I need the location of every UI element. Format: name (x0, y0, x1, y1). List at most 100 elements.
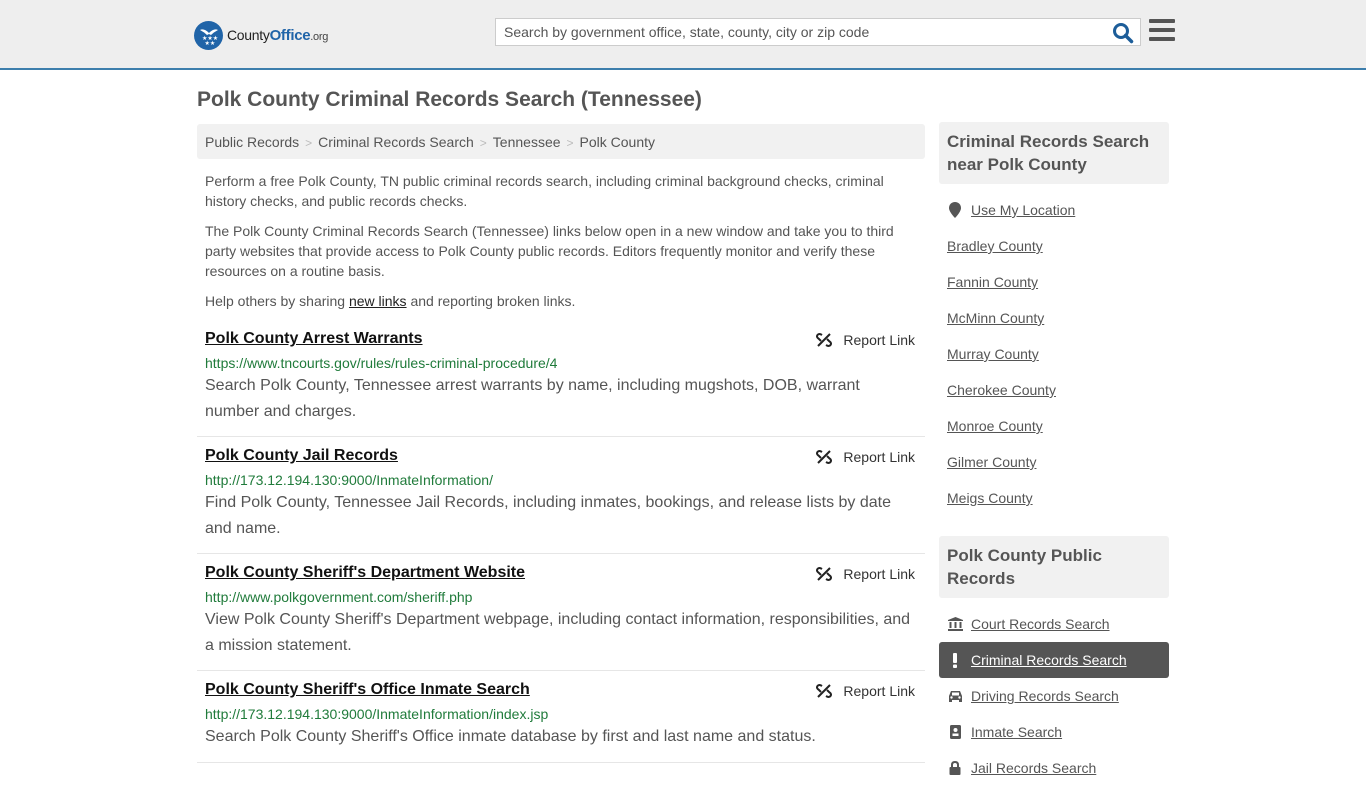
report-link-label: Report Link (843, 332, 915, 348)
report-link-button[interactable]: Report Link (816, 566, 915, 582)
results-list: Polk County Arrest Warrants Report Link … (197, 320, 925, 763)
public-records-list: Court Records Search Criminal Records Se… (939, 606, 1169, 786)
sidebar-item-court-records[interactable]: Court Records Search (939, 606, 1169, 642)
sidebar-link-label[interactable]: Criminal Records Search (971, 652, 1127, 668)
sidebar-link-label[interactable]: Jail Records Search (971, 760, 1096, 776)
nearby-county-item: Fannin County (939, 264, 1169, 300)
sidebar-item-driving-records[interactable]: Driving Records Search (939, 678, 1169, 714)
hamburger-menu-button[interactable] (1149, 19, 1175, 43)
nearby-county-link[interactable]: Monroe County (947, 418, 1043, 434)
report-link-label: Report Link (843, 566, 915, 582)
result-url[interactable]: http://173.12.194.130:9000/InmateInforma… (205, 472, 917, 488)
result-description: Search Polk County, Tennessee arrest war… (205, 377, 860, 420)
intro-text-segment: and reporting broken links. (406, 293, 576, 309)
nearby-county-link[interactable]: Gilmer County (947, 454, 1036, 470)
result-item: Polk County Sheriff's Department Website… (197, 554, 925, 671)
car-icon (947, 690, 963, 702)
breadcrumb-separator: > (479, 136, 487, 150)
sidebar-link-label[interactable]: Inmate Search (971, 724, 1062, 740)
search-icon (1113, 23, 1134, 44)
result-title-link[interactable]: Polk County Arrest Warrants (205, 330, 423, 350)
menu-bar (1149, 37, 1175, 41)
nearby-county-link[interactable]: Meigs County (947, 490, 1033, 506)
sidebar-public-records: Polk County Public Records Court Records… (939, 536, 1169, 786)
broken-link-icon (816, 333, 833, 347)
result-url[interactable]: http://173.12.194.130:9000/InmateInforma… (205, 706, 917, 722)
report-link-button[interactable]: Report Link (816, 683, 915, 699)
intro-paragraph-2: The Polk County Criminal Records Search … (205, 223, 894, 279)
nearby-county-link[interactable]: Fannin County (947, 274, 1038, 290)
use-my-location-link[interactable]: Use My Location (971, 202, 1075, 218)
nearby-county-item: McMinn County (939, 300, 1169, 336)
nearby-county-link[interactable]: Bradley County (947, 238, 1043, 254)
broken-link-icon (816, 684, 833, 698)
new-links-link[interactable]: new links (349, 293, 407, 309)
sidebar-item-jail-records[interactable]: Jail Records Search (939, 750, 1169, 786)
lock-icon (947, 761, 963, 775)
map-pin-icon (947, 202, 963, 218)
result-title-link[interactable]: Polk County Jail Records (205, 447, 398, 467)
result-item: Polk County Jail Records Report Link htt… (197, 437, 925, 554)
report-link-label: Report Link (843, 449, 915, 465)
sidebar-public-records-heading: Polk County Public Records (939, 536, 1169, 598)
nearby-county-item: Meigs County (939, 480, 1169, 516)
sidebar-nearby: Criminal Records Search near Polk County… (939, 122, 1169, 516)
result-item: Polk County Sheriff's Office Inmate Sear… (197, 671, 925, 763)
report-link-button[interactable]: Report Link (816, 449, 915, 465)
eagle-logo-icon: ★★★ ★★ (194, 20, 223, 50)
search-input[interactable] (496, 19, 1096, 45)
intro-text: Perform a free Polk County, TN public cr… (205, 171, 917, 321)
sidebar-link-label[interactable]: Court Records Search (971, 616, 1110, 632)
broken-link-icon (816, 567, 833, 581)
broken-link-icon (816, 450, 833, 464)
breadcrumb-criminal-records-search[interactable]: Criminal Records Search (318, 134, 474, 150)
nearby-county-item: Monroe County (939, 408, 1169, 444)
result-description: View Polk County Sheriff's Department we… (205, 611, 911, 654)
courthouse-icon (947, 617, 963, 631)
result-title-link[interactable]: Polk County Sheriff's Office Inmate Sear… (205, 681, 530, 701)
intro-text-segment: Help others by sharing (205, 293, 349, 309)
sidebar-nearby-heading: Criminal Records Search near Polk County (939, 122, 1169, 184)
breadcrumb: Public Records > Criminal Records Search > T… (197, 124, 925, 159)
nearby-county-item: Murray County (939, 336, 1169, 372)
search-box (495, 18, 1141, 46)
result-item: Polk County Arrest Warrants Report Link … (197, 320, 925, 437)
nearby-county-link[interactable]: Cherokee County (947, 382, 1056, 398)
menu-bar (1149, 19, 1175, 23)
report-link-button[interactable]: Report Link (816, 332, 915, 348)
id-badge-icon (947, 725, 963, 739)
site-logo[interactable]: ★★★ ★★ CountyOffice.org (194, 20, 328, 50)
result-description: Find Polk County, Tennessee Jail Records… (205, 494, 892, 537)
page-title: Polk County Criminal Records Search (Ten… (197, 88, 702, 111)
result-url[interactable]: http://www.polkgovernment.com/sheriff.ph… (205, 589, 917, 605)
nearby-county-item: Cherokee County (939, 372, 1169, 408)
nearby-county-link[interactable]: McMinn County (947, 310, 1044, 326)
logo-text-office: Office (269, 26, 311, 44)
breadcrumb-separator: > (305, 136, 313, 150)
nearby-county-link[interactable]: Murray County (947, 346, 1039, 362)
site-header: ★★★ ★★ CountyOffice.org (0, 0, 1366, 70)
nearby-county-item: Gilmer County (939, 444, 1169, 480)
intro-paragraph-3: Help others by sharing new links and rep… (205, 291, 917, 311)
use-my-location-item: Use My Location (939, 192, 1169, 228)
svg-text:★★: ★★ (204, 40, 215, 46)
breadcrumb-polk-county[interactable]: Polk County (580, 134, 655, 150)
search-button[interactable] (1112, 22, 1134, 44)
intro-paragraph-1: Perform a free Polk County, TN public cr… (205, 173, 884, 209)
breadcrumb-public-records[interactable]: Public Records (205, 134, 299, 150)
sidebar-item-inmate-search[interactable]: Inmate Search (939, 714, 1169, 750)
nearby-county-item: Bradley County (939, 228, 1169, 264)
sidebar-link-label[interactable]: Driving Records Search (971, 688, 1119, 704)
result-url[interactable]: https://www.tncourts.gov/rules/rules-cri… (205, 355, 917, 371)
result-title-link[interactable]: Polk County Sheriff's Department Website (205, 564, 525, 584)
nearby-county-list: Use My Location Bradley County Fannin Co… (939, 192, 1169, 516)
report-link-label: Report Link (843, 683, 915, 699)
exclamation-icon (947, 652, 963, 668)
logo-text-tld: .org (310, 30, 329, 43)
breadcrumb-tennessee[interactable]: Tennessee (493, 134, 561, 150)
menu-bar (1149, 28, 1175, 32)
sidebar-item-criminal-records[interactable]: Criminal Records Search (939, 642, 1169, 678)
breadcrumb-separator: > (566, 136, 574, 150)
result-description: Search Polk County Sheriff's Office inma… (205, 728, 816, 745)
logo-text-county: County (227, 26, 270, 43)
